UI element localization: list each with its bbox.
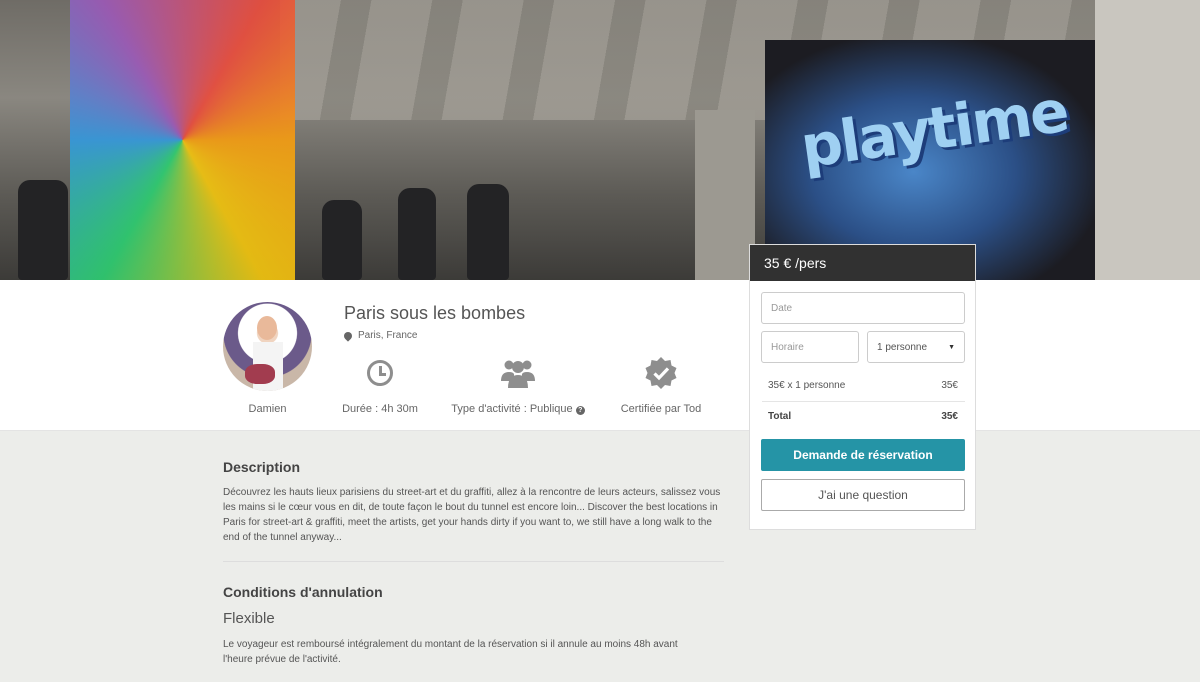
persons-value: 1 personne [877, 341, 928, 353]
caret-down-icon: ▼ [948, 343, 955, 351]
date-input[interactable]: Date [761, 292, 965, 324]
time-input[interactable]: Horaire [761, 331, 859, 363]
time-placeholder: Horaire [771, 341, 804, 353]
price-line-amount: 35€ [941, 380, 958, 391]
divider [762, 401, 965, 402]
total-label: Total [768, 411, 792, 422]
listing-location: Paris, France [342, 329, 418, 342]
cancellation-policy: Flexible [223, 610, 275, 627]
group-icon [501, 360, 535, 388]
painted-pillar [70, 0, 295, 280]
ask-question-button[interactable]: J'ai une question [761, 479, 965, 511]
person-figure [18, 180, 68, 280]
person-figure [467, 184, 509, 280]
booking-card: 35 € /pers Date Horaire 1 personne ▼ 35€… [749, 244, 976, 530]
description-title: Description [223, 459, 301, 475]
price-line: 35€ x 1 personne 35€ [768, 380, 958, 391]
location-text: Paris, France [358, 330, 418, 341]
description-text: Découvrez les hauts lieux parisiens du s… [223, 487, 721, 543]
map-pin-icon [342, 329, 354, 342]
clock-icon [367, 360, 393, 386]
person-figure [398, 188, 436, 280]
hero-banner: playtime [0, 0, 1200, 280]
feature-label: Durée : 4h 30m [342, 403, 418, 415]
avatar-flowers [245, 364, 275, 384]
feature-activity-type: Type d'activité : Publique ? [448, 355, 588, 415]
booking-request-button[interactable]: Demande de réservation [761, 439, 965, 471]
persons-select[interactable]: 1 personne ▼ [867, 331, 965, 363]
concrete-pillar [695, 110, 755, 280]
total-amount: 35€ [941, 411, 958, 422]
listing-title: Paris sous les bombes [344, 303, 526, 323]
cancellation-text: Le voyageur est remboursé intégralement … [223, 639, 678, 665]
avatar-face [257, 316, 277, 340]
total-line: Total 35€ [768, 411, 958, 422]
feature-label: Certifiée par Tod [620, 403, 702, 415]
feature-duration: Durée : 4h 30m [310, 355, 450, 415]
side-wall [1095, 0, 1200, 280]
certified-badge-icon [645, 357, 677, 389]
help-icon[interactable]: ? [575, 406, 585, 415]
feature-certified: Certifiée par Tod [591, 355, 731, 415]
section-divider [223, 561, 724, 562]
host-avatar[interactable] [223, 302, 312, 391]
feature-label: Type d'activité : Publique [451, 403, 573, 415]
price-header: 35 € /pers [750, 245, 975, 281]
cancellation-title: Conditions d'annulation [223, 584, 383, 600]
host-name[interactable]: Damien [223, 403, 312, 415]
date-placeholder: Date [771, 302, 793, 314]
price-line-label: 35€ x 1 personne [768, 380, 846, 391]
person-figure [322, 200, 362, 280]
